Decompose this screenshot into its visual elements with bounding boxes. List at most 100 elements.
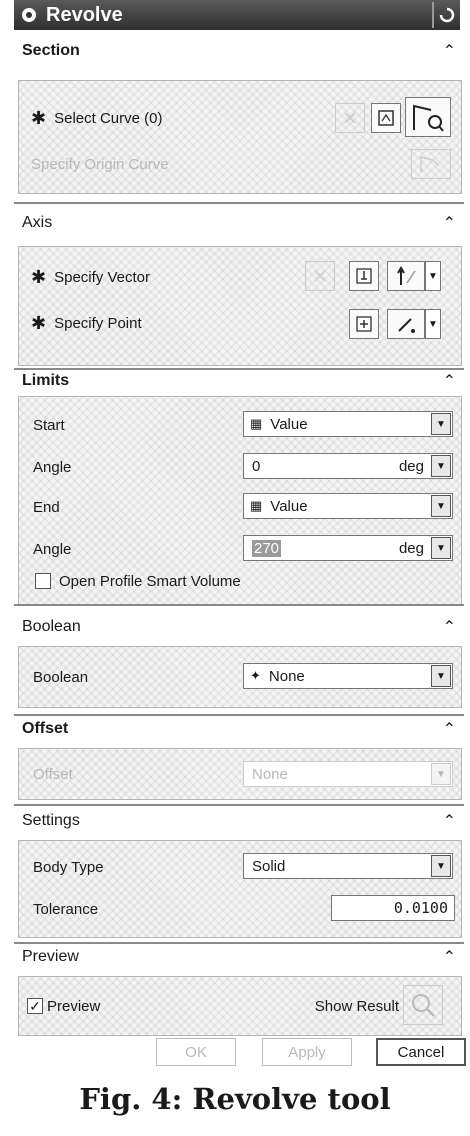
- angle-start-label: Angle: [33, 458, 72, 476]
- collapse-chevron-icon[interactable]: ⌃: [443, 41, 456, 61]
- body-type-select[interactable]: Solid ▼: [243, 853, 453, 879]
- end-select[interactable]: ▦ Value ▼: [243, 493, 453, 519]
- collapse-chevron-icon[interactable]: ⌃: [443, 371, 456, 391]
- axis-header-label: Axis: [22, 214, 53, 231]
- chevron-down-icon[interactable]: ▼: [431, 665, 451, 687]
- limits-header-label: Limits: [22, 372, 70, 389]
- required-star-icon: ✱: [31, 312, 47, 333]
- angle-end-unit: deg: [398, 539, 424, 557]
- offset-select[interactable]: None ▼: [243, 761, 453, 787]
- offset-header-label: Offset: [22, 720, 69, 737]
- settings-header-label: Settings: [22, 812, 80, 829]
- dialog-title: Revolve: [46, 3, 123, 26]
- angle-end-value: 270: [252, 539, 282, 557]
- figure-caption: Fig. 4: Revolve tool: [79, 1082, 391, 1116]
- specify-origin-label: Specify Origin Curve: [31, 155, 169, 173]
- tolerance-value: 0.0100: [393, 899, 448, 917]
- preview-label: Preview: [47, 997, 101, 1015]
- vector-dialog-icon[interactable]: [349, 261, 379, 291]
- axis-group: ✱ Specify Vector ▼ ✱ Specify Point ▼: [18, 246, 462, 366]
- collapse-chevron-icon[interactable]: ⌃: [443, 617, 456, 637]
- collapse-chevron-icon[interactable]: ⌃: [443, 947, 456, 967]
- section-group: ✱ Select Curve (0) Specify Origin Curve: [18, 80, 462, 194]
- point-dropdown-arrow[interactable]: ▼: [425, 309, 441, 339]
- boolean-value: None: [268, 667, 305, 685]
- chevron-down-icon[interactable]: ▼: [431, 455, 451, 477]
- offset-label: Offset: [33, 765, 73, 783]
- required-star-icon: ✱: [31, 107, 47, 128]
- show-result-label: Show Result: [314, 997, 399, 1015]
- limits-divider: [14, 604, 464, 606]
- select-curve-label: Select Curve (0): [54, 109, 163, 127]
- value-type-icon: ▦: [250, 416, 263, 431]
- specify-vector-label: Specify Vector: [54, 268, 150, 286]
- specify-origin-row[interactable]: Specify Origin Curve: [19, 147, 461, 181]
- angle-start-input[interactable]: 0 deg ▼: [243, 453, 453, 479]
- collapse-chevron-icon[interactable]: ⌃: [443, 811, 456, 831]
- offset-header[interactable]: Offset ⌃: [18, 716, 462, 742]
- preview-group: ✓ Preview Show Result: [18, 976, 462, 1036]
- revolve-dialog: Revolve Section ⌃ ✱ Select Curve (0) Spe…: [0, 0, 470, 1066]
- angle-start-unit: deg: [398, 457, 424, 475]
- offset-divider: [14, 804, 464, 806]
- boolean-label: Boolean: [33, 668, 89, 686]
- end-label: End: [33, 498, 60, 516]
- curve-select-icon[interactable]: [405, 97, 451, 137]
- required-star-icon: ✱: [31, 266, 47, 287]
- chevron-down-icon[interactable]: ▼: [431, 763, 451, 785]
- chevron-down-icon[interactable]: ▼: [431, 537, 451, 559]
- specify-point-label: Specify Point: [54, 314, 142, 332]
- limits-group: Start ▦ Value ▼ Angle 0 deg ▼ End ▦ Valu…: [18, 396, 462, 606]
- boolean-none-icon: ✦: [250, 668, 261, 683]
- start-label: Start: [33, 416, 65, 434]
- preview-row: Preview Show Result: [19, 989, 461, 1023]
- collapse-chevron-icon[interactable]: ⌃: [443, 213, 456, 233]
- vector-dropdown-arrow[interactable]: ▼: [425, 261, 441, 291]
- start-value: Value: [270, 415, 308, 433]
- preview-header[interactable]: Preview ⌃: [18, 944, 462, 970]
- tolerance-input[interactable]: 0.0100: [331, 895, 455, 921]
- chevron-down-icon[interactable]: ▼: [431, 413, 451, 435]
- settings-group: Body Type Solid ▼ Tolerance 0.0100: [18, 840, 462, 938]
- boolean-select[interactable]: ✦ None ▼: [243, 663, 453, 689]
- axis-header[interactable]: Axis ⌃: [18, 210, 462, 236]
- inferred-vector-icon[interactable]: [387, 261, 425, 291]
- end-value: Value: [270, 497, 308, 515]
- point-dialog-icon[interactable]: [349, 309, 379, 339]
- chevron-down-icon[interactable]: ▼: [431, 495, 451, 517]
- origin-curve-icon[interactable]: [411, 149, 451, 179]
- value-type-icon: ▦: [250, 498, 263, 513]
- inferred-point-icon[interactable]: [387, 309, 425, 339]
- title-bar: Revolve: [14, 0, 460, 30]
- tolerance-label: Tolerance: [33, 900, 99, 918]
- open-profile-label: Open Profile Smart Volume: [59, 572, 241, 590]
- section-header[interactable]: Section ⌃: [18, 38, 462, 64]
- angle-end-label: Angle: [33, 540, 72, 558]
- deselect-icon[interactable]: [335, 103, 365, 133]
- offset-group: Offset None ▼: [18, 748, 462, 800]
- sketch-section-icon[interactable]: [371, 103, 401, 133]
- settings-header[interactable]: Settings ⌃: [18, 808, 462, 834]
- reset-icon[interactable]: [432, 2, 460, 28]
- cancel-button[interactable]: Cancel: [376, 1038, 466, 1066]
- boolean-group: Boolean ✦ None ▼: [18, 646, 462, 708]
- gear-icon: [18, 4, 40, 26]
- angle-end-input[interactable]: 270 deg ▼: [243, 535, 453, 561]
- section-divider: [14, 202, 464, 204]
- deselect-icon[interactable]: [305, 261, 335, 291]
- body-type-label: Body Type: [33, 858, 104, 876]
- start-select[interactable]: ▦ Value ▼: [243, 411, 453, 437]
- angle-start-value: 0: [252, 457, 261, 475]
- limits-header[interactable]: Limits ⌃: [18, 368, 462, 394]
- ok-button[interactable]: OK: [156, 1038, 236, 1066]
- offset-value: None: [252, 765, 288, 783]
- magnifier-icon[interactable]: [403, 985, 443, 1025]
- preview-header-label: Preview: [22, 948, 79, 965]
- apply-button[interactable]: Apply: [262, 1038, 352, 1066]
- chevron-down-icon[interactable]: ▼: [431, 855, 451, 877]
- section-header-label: Section: [22, 42, 80, 59]
- collapse-chevron-icon[interactable]: ⌃: [443, 719, 456, 739]
- boolean-header[interactable]: Boolean ⌃: [18, 614, 462, 640]
- boolean-header-label: Boolean: [22, 618, 81, 635]
- body-type-value: Solid: [252, 857, 286, 875]
